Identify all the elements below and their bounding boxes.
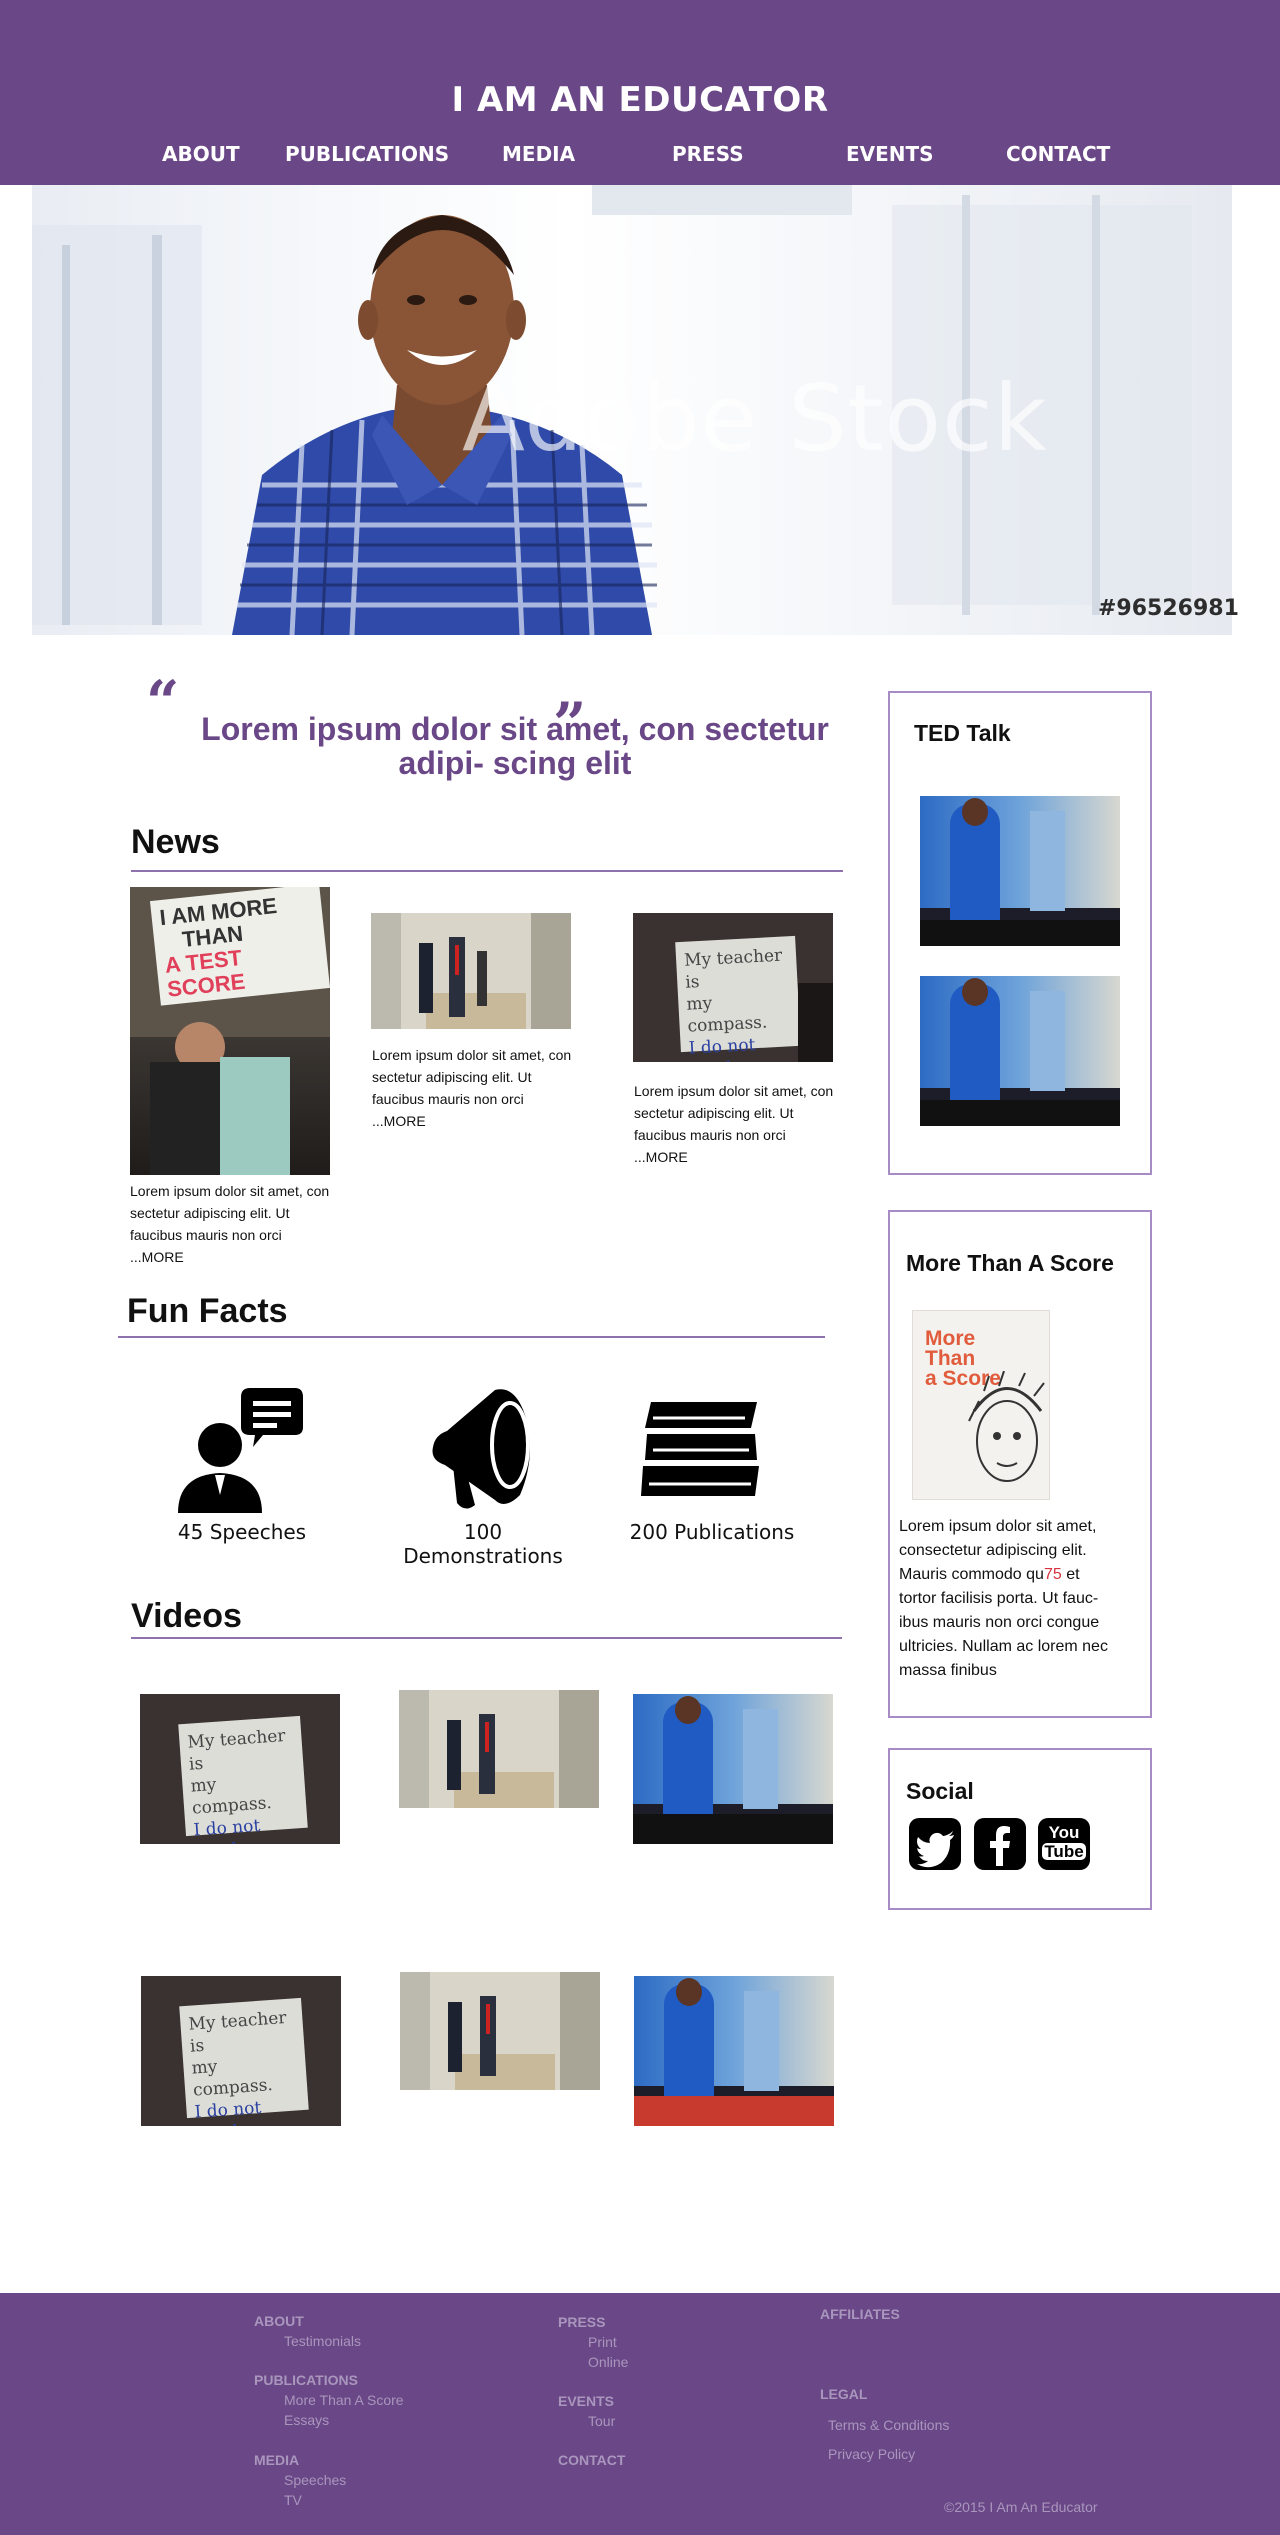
- news-photo-compass-sign[interactable]: My teacher is my compass. I do not need: [633, 913, 833, 1062]
- footer-tour[interactable]: Tour: [588, 2413, 615, 2429]
- cover-line-1: More: [925, 1327, 976, 1350]
- news-item-3: Lorem ipsum dolor sit amet, con sectetur…: [634, 1080, 839, 1168]
- book-cover[interactable]: More Than a Score: [912, 1310, 1050, 1500]
- footer-print[interactable]: Print: [588, 2334, 617, 2350]
- sign-line-2: my compass.: [190, 2056, 274, 2101]
- twitter-icon[interactable]: [909, 1818, 961, 1870]
- fact-speeches: 45 Speeches: [177, 1520, 307, 1544]
- fun-facts-divider: [118, 1336, 825, 1338]
- news-divider: [131, 870, 843, 872]
- footer-contact[interactable]: CONTACT: [558, 2452, 625, 2468]
- hero-image: Adobe Stock: [32, 185, 1232, 635]
- footer-about[interactable]: ABOUT: [254, 2313, 304, 2329]
- nav-events[interactable]: EVENTS: [846, 142, 934, 166]
- video-thumb-hallway-1[interactable]: [399, 1690, 599, 1808]
- social-title: Social: [906, 1778, 974, 1804]
- sign-line-3: I do not need: [688, 1035, 756, 1062]
- footer-media[interactable]: MEDIA: [254, 2452, 299, 2468]
- book-description: Lorem ipsum dolor sit amet, consectetur …: [899, 1515, 1119, 1683]
- footer-online[interactable]: Online: [588, 2354, 628, 2370]
- footer-testimonials[interactable]: Testimonials: [284, 2333, 361, 2349]
- nav-media[interactable]: MEDIA: [502, 142, 575, 166]
- speech-person-icon: [178, 1388, 303, 1513]
- news-item-2: Lorem ipsum dolor sit amet, con sectetur…: [372, 1044, 577, 1132]
- ted-video-1[interactable]: [920, 796, 1120, 946]
- youtube-label-1: You: [1048, 1823, 1080, 1842]
- footer-events[interactable]: EVENTS: [558, 2393, 614, 2409]
- footer-more-than-a-score[interactable]: More Than A Score: [284, 2392, 404, 2408]
- sign-line-1: My teacher is: [683, 945, 783, 993]
- news-text-2: Lorem ipsum dolor sit amet, con sectetur…: [372, 1047, 572, 1107]
- videos-divider: [131, 1637, 842, 1639]
- nav-contact[interactable]: CONTACT: [1006, 142, 1110, 166]
- video-thumb-tv-1[interactable]: [633, 1694, 833, 1844]
- footer-speeches[interactable]: Speeches: [284, 2472, 346, 2488]
- news-more-3[interactable]: ...MORE: [634, 1149, 688, 1165]
- videos-title: Videos: [131, 1597, 242, 1635]
- footer-copyright: ©2015 I Am An Educator: [944, 2499, 1098, 2515]
- news-text-1: Lorem ipsum dolor sit amet, con sectetur…: [130, 1183, 330, 1243]
- video-thumb-compass-1[interactable]: My teacher is my compass. I do not need: [140, 1694, 340, 1844]
- ted-video-2[interactable]: [920, 976, 1120, 1126]
- news-more-1[interactable]: ...MORE: [130, 1249, 184, 1265]
- book-text-red: 75: [1043, 1566, 1062, 1583]
- site-title[interactable]: I AM AN EDUCATOR: [0, 80, 1280, 120]
- cover-portrait-sketch: [968, 1371, 1045, 1482]
- news-item-1: Lorem ipsum dolor sit amet, con sectetur…: [130, 1180, 335, 1268]
- youtube-icon[interactable]: You Tube: [1038, 1818, 1090, 1870]
- nav-press[interactable]: PRESS: [672, 142, 744, 166]
- footer-publications[interactable]: PUBLICATIONS: [254, 2372, 358, 2388]
- books-icon: [641, 1402, 759, 1496]
- photo-id: #96526981: [1098, 596, 1239, 621]
- sign-line-1: My teacher is: [186, 1725, 287, 1775]
- fact-demonstrations: 100 Demonstrations: [403, 1520, 563, 1568]
- nav-publications[interactable]: PUBLICATIONS: [285, 142, 449, 166]
- ted-talk-title: TED Talk: [914, 720, 1011, 746]
- footer-privacy[interactable]: Privacy Policy: [828, 2446, 915, 2462]
- news-title: News: [131, 823, 220, 861]
- youtube-label-2: Tube: [1042, 1843, 1086, 1860]
- stock-watermark: Adobe Stock: [462, 365, 1048, 472]
- nav-about[interactable]: ABOUT: [162, 142, 240, 166]
- fun-facts-title: Fun Facts: [127, 1292, 288, 1330]
- news-more-2[interactable]: ...MORE: [372, 1113, 426, 1129]
- footer-tv[interactable]: TV: [284, 2492, 302, 2508]
- sign-line-2: my compass.: [189, 1774, 273, 1819]
- news-photo-protest[interactable]: I AM MORE THAN A TEST SCORE: [130, 887, 330, 1175]
- site-footer: ABOUT Testimonials PUBLICATIONS More Tha…: [0, 2293, 1280, 2535]
- video-thumb-compass-2[interactable]: My teacher is my compass. I do not need: [141, 1976, 341, 2126]
- footer-terms[interactable]: Terms & Conditions: [828, 2417, 949, 2433]
- video-thumb-tv-2[interactable]: [634, 1976, 834, 2126]
- video-thumb-hallway-2[interactable]: [400, 1972, 600, 2090]
- sign-line-1: My teacher is: [187, 2007, 288, 2057]
- footer-affiliates[interactable]: AFFILIATES: [820, 2306, 900, 2322]
- footer-legal: LEGAL: [820, 2386, 868, 2402]
- cover-line-2: Than: [925, 1347, 976, 1370]
- news-text-3: Lorem ipsum dolor sit amet, con sectetur…: [634, 1083, 834, 1143]
- footer-press[interactable]: PRESS: [558, 2314, 605, 2330]
- book-title: More Than A Score: [906, 1250, 1114, 1276]
- megaphone-icon: [432, 1389, 530, 1509]
- footer-essays[interactable]: Essays: [284, 2412, 329, 2428]
- fact-publications: 200 Publications: [629, 1520, 795, 1544]
- pull-quote: Lorem ipsum dolor sit amet, con sectetur…: [201, 711, 829, 781]
- facebook-icon[interactable]: [974, 1818, 1026, 1870]
- sign-line-2: my compass.: [685, 993, 768, 1037]
- site-header: I AM AN EDUCATOR ABOUT PUBLICATIONS MEDI…: [0, 0, 1280, 185]
- news-photo-hallway[interactable]: [371, 913, 571, 1029]
